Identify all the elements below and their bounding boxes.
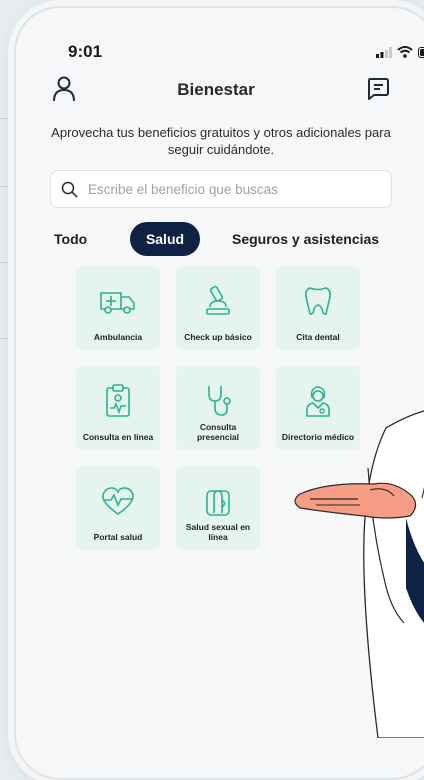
card-portal-salud[interactable]: Portal salud [76,466,160,550]
condom-icon [203,486,233,516]
card-label: Ambulancia [78,333,158,343]
status-time: 9:01 [68,42,102,62]
card-label: Cita dental [278,333,358,343]
status-icons [376,46,424,58]
doctor-illustration [286,408,424,738]
signal-icon [376,47,392,58]
search-input[interactable] [86,181,380,198]
clipboard-icon [105,386,131,416]
card-ambulancia[interactable]: Ambulancia [76,266,160,350]
phone-frame: 9:01 Bienestar Aprovecha tus beneficios … [14,6,424,780]
card-consulta-linea[interactable]: Consulta en línea [76,366,160,450]
card-label: Salud sexual en línea [178,523,258,542]
chat-icon[interactable] [366,76,390,105]
card-cita-dental[interactable]: Cita dental [276,266,360,350]
card-label: Check up básico [178,333,258,343]
category-tabs: Todo Salud Seguros y asistencias [16,222,424,256]
battery-icon [418,47,424,58]
app-header: Bienestar [16,74,416,110]
card-check-up[interactable]: Check up básico [176,266,260,350]
search-icon [61,181,78,198]
card-label: Consulta presencial [178,423,258,442]
card-label: Consulta en línea [78,433,158,443]
card-label: Portal salud [78,533,158,543]
tab-salud[interactable]: Salud [130,222,200,256]
wifi-icon [397,46,413,58]
search-bar[interactable] [50,170,392,208]
intro-text: Aprovecha tus beneficios gratuitos y otr… [46,124,396,158]
heart-pulse-icon [100,486,136,516]
tab-todo[interactable]: Todo [54,222,87,256]
card-salud-sexual[interactable]: Salud sexual en línea [176,466,260,550]
microscope-icon [202,286,234,316]
tab-seguros[interactable]: Seguros y asistencias [232,222,379,256]
tooth-icon [304,286,332,316]
stethoscope-icon [204,386,232,416]
page-title: Bienestar [16,80,416,100]
card-consulta-presencial[interactable]: Consulta presencial [176,366,260,450]
ambulance-icon [99,286,137,316]
